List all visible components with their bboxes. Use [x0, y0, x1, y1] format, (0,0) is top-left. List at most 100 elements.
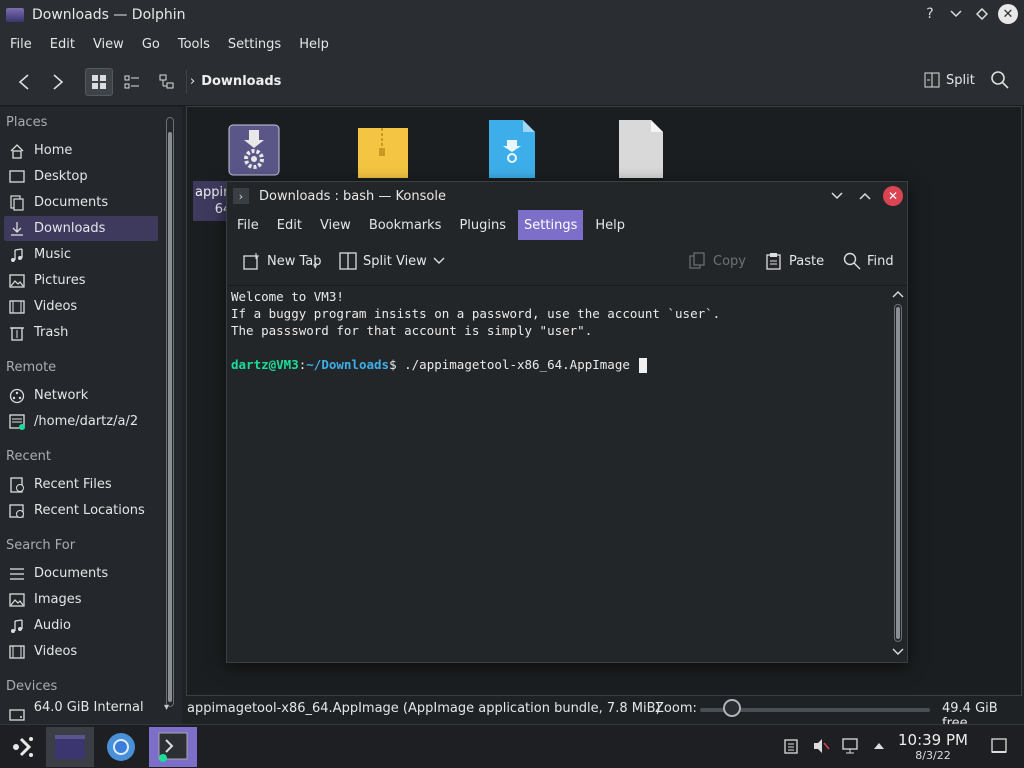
- close-icon[interactable]: ✕: [998, 4, 1018, 24]
- compact-view-icon[interactable]: [118, 68, 146, 96]
- menubar: File Edit View Go Tools Settings Help: [0, 30, 1024, 58]
- terminal-prompt-line: dartz@VM3:~/Downloads$ ./appimagetool-x8…: [231, 356, 885, 373]
- section-places: Places: [6, 115, 48, 130]
- konsole-menu-view[interactable]: View: [314, 210, 357, 240]
- sidebar-item-desktop[interactable]: Desktop: [4, 164, 158, 189]
- sidebar-item-videos[interactable]: Videos: [4, 294, 158, 319]
- sidebar-item-label: Trash: [34, 325, 69, 340]
- sidebar-item-home[interactable]: Home: [4, 138, 158, 163]
- volume-muted-icon[interactable]: [812, 737, 830, 755]
- menu-file[interactable]: File: [4, 37, 38, 52]
- clipboard-icon[interactable]: [782, 737, 800, 755]
- menu-go[interactable]: Go: [136, 37, 166, 52]
- konsole-menu-settings[interactable]: Settings: [518, 210, 584, 240]
- konsole-minimize-icon[interactable]: [827, 186, 847, 206]
- sidebar-scrollbar[interactable]: [166, 117, 174, 707]
- sidebar-item-recent-locations[interactable]: Recent Locations: [4, 498, 158, 523]
- scrollbar-thumb[interactable]: [896, 307, 900, 639]
- window-titlebar: Downloads — Dolphin ? ✕: [0, 0, 1024, 30]
- sidebar-item-remote-folder[interactable]: /home/dartz/a/2: [4, 409, 158, 434]
- maximize-icon[interactable]: [972, 4, 992, 24]
- text-file-icon[interactable]: [619, 120, 663, 182]
- audio-icon: [8, 617, 26, 635]
- menu-tools[interactable]: Tools: [172, 37, 216, 52]
- split-view-icon: [339, 252, 357, 270]
- minimize-icon[interactable]: [946, 4, 966, 24]
- sidebar-item-network[interactable]: Network: [4, 383, 158, 408]
- scrollbar-track[interactable]: [894, 304, 902, 642]
- scroll-up-icon[interactable]: [892, 290, 904, 298]
- help-icon[interactable]: ?: [920, 4, 940, 24]
- sidebar-item-search-documents[interactable]: Documents: [4, 561, 158, 586]
- sidebar-item-search-images[interactable]: Images: [4, 587, 158, 612]
- new-tab-button[interactable]: New Tab: [243, 252, 322, 270]
- sidebar-item-recent-files[interactable]: Recent Files: [4, 472, 158, 497]
- konsole-window: › Downloads : bash — Konsole ✕ File Edit…: [226, 181, 908, 663]
- videos-icon: [8, 298, 26, 316]
- video-icon: [8, 643, 26, 661]
- back-icon[interactable]: [10, 68, 38, 96]
- network-status-icon[interactable]: [842, 737, 860, 755]
- copy-button[interactable]: Copy: [689, 252, 746, 270]
- package-file-icon[interactable]: [489, 120, 535, 182]
- image-icon: [8, 591, 26, 609]
- scroll-down-icon[interactable]: [892, 648, 904, 656]
- clock-date: 8/3/22: [915, 749, 951, 762]
- forward-icon[interactable]: [44, 68, 72, 96]
- tray-expand-icon[interactable]: [870, 737, 888, 755]
- terminal-line: If a buggy program insists on a password…: [231, 306, 721, 321]
- sidebar-item-label: Network: [34, 388, 89, 403]
- terminal-output[interactable]: Welcome to VM3! If a buggy program insis…: [227, 286, 889, 662]
- pictures-icon: [8, 272, 26, 290]
- archive-file-icon[interactable]: [358, 128, 408, 182]
- konsole-menu-edit[interactable]: Edit: [271, 210, 308, 240]
- sidebar-collapse-icon[interactable]: ▾: [164, 702, 169, 713]
- zoom-slider-handle[interactable]: [723, 699, 741, 717]
- menu-settings[interactable]: Settings: [222, 37, 287, 52]
- clock[interactable]: 10:39 PM 8/3/22: [890, 731, 976, 763]
- sidebar-item-documents[interactable]: Documents: [4, 190, 158, 215]
- sidebar-item-label: Desktop: [34, 169, 88, 184]
- menu-view[interactable]: View: [87, 37, 130, 52]
- scrollbar-thumb[interactable]: [168, 132, 172, 702]
- split-button[interactable]: Split: [924, 72, 975, 88]
- copy-label: Copy: [713, 253, 746, 269]
- konsole-menu-help[interactable]: Help: [589, 210, 631, 240]
- terminal-cursor: [639, 358, 648, 373]
- details-view-icon[interactable]: [153, 68, 181, 96]
- konsole-menu-plugins[interactable]: Plugins: [453, 210, 512, 240]
- show-desktop-icon[interactable]: [990, 737, 1008, 755]
- sidebar-item-downloads[interactable]: Downloads: [4, 216, 158, 241]
- menu-edit[interactable]: Edit: [44, 37, 81, 52]
- sidebar-item-pictures[interactable]: Pictures: [4, 268, 158, 293]
- sidebar-item-search-videos[interactable]: Videos: [4, 639, 158, 664]
- appimage-installer-icon[interactable]: [228, 124, 280, 180]
- drive-icon: [8, 706, 26, 724]
- menu-help[interactable]: Help: [293, 37, 335, 52]
- konsole-maximize-icon[interactable]: [855, 186, 875, 206]
- home-icon: [8, 142, 26, 160]
- find-button[interactable]: Find: [843, 252, 894, 270]
- breadcrumb[interactable]: › Downloads: [190, 74, 281, 89]
- konsole-menu-bookmarks[interactable]: Bookmarks: [363, 210, 448, 240]
- search-icon[interactable]: [990, 70, 1012, 92]
- taskbar-dolphin-icon[interactable]: [46, 727, 94, 767]
- application-launcher-icon[interactable]: [0, 727, 48, 767]
- icons-view-icon[interactable]: [85, 68, 113, 96]
- find-icon: [843, 252, 861, 270]
- sidebar-item-search-audio[interactable]: Audio: [4, 613, 158, 638]
- new-tab-dropdown-icon[interactable]: ▾: [313, 262, 318, 272]
- konsole-menubar: File Edit View Bookmarks Plugins Setting…: [227, 210, 907, 240]
- terminal-scrollbar[interactable]: [889, 286, 907, 662]
- konsole-menu-file[interactable]: File: [231, 210, 265, 240]
- sidebar-item-label: Recent Files: [34, 477, 112, 492]
- taskbar-konsole-icon[interactable]: [149, 727, 197, 767]
- split-view-button[interactable]: Split View: [339, 252, 445, 270]
- sidebar-item-trash[interactable]: Trash: [4, 320, 158, 345]
- taskbar-chromium-icon[interactable]: [97, 727, 145, 767]
- paste-button[interactable]: Paste: [765, 252, 824, 270]
- sidebar-item-label: /home/dartz/a/2: [34, 414, 139, 429]
- sidebar-item-music[interactable]: Music: [4, 242, 158, 267]
- breadcrumb-chevron-icon: ›: [190, 74, 196, 89]
- konsole-close-icon[interactable]: ✕: [883, 186, 903, 206]
